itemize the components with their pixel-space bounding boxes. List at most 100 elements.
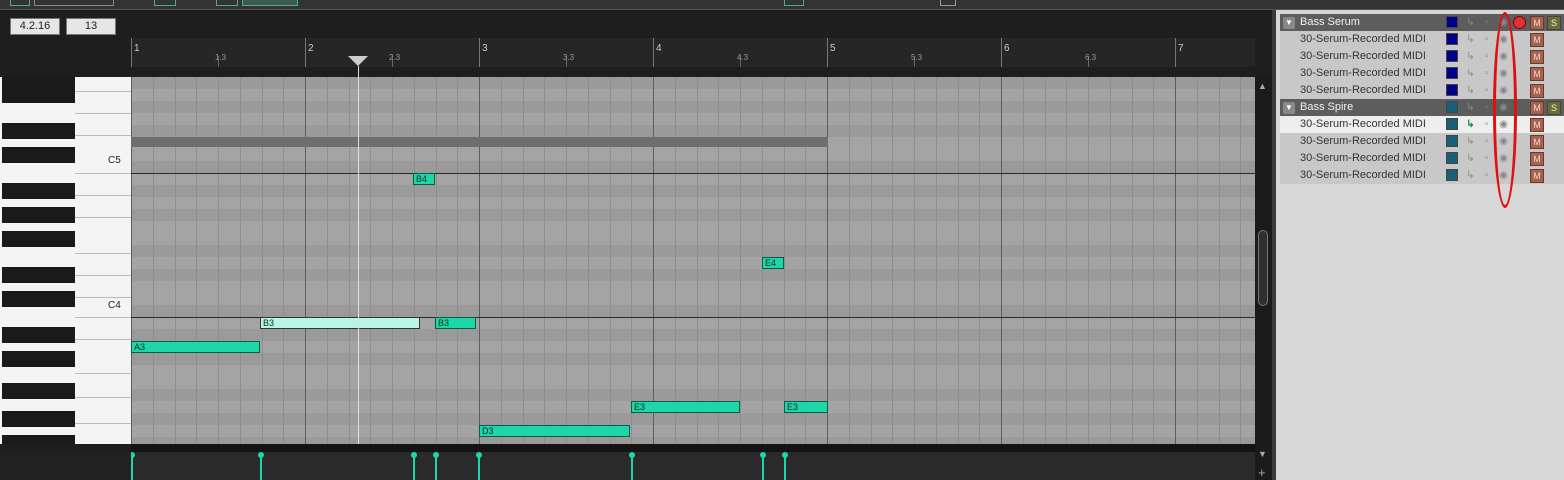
midi-note[interactable]: D3 — [479, 425, 630, 437]
velocity-stem[interactable] — [762, 455, 764, 480]
track-folder-row[interactable]: ▼ Bass Spire ↳ ▫ ◉ M S — [1280, 99, 1564, 116]
lock-icon[interactable]: ▫ — [1480, 16, 1493, 29]
mute-button[interactable]: M — [1530, 16, 1544, 30]
note-grid[interactable]: B4 E4 B3 B3 A3 E3 E3 D3 — [131, 77, 1255, 444]
track-color-swatch[interactable] — [1446, 135, 1458, 147]
black-key[interactable] — [2, 87, 75, 103]
mute-button[interactable]: M — [1530, 101, 1544, 115]
black-key[interactable] — [2, 123, 75, 139]
velocity-lane[interactable] — [129, 452, 1255, 480]
lock-icon[interactable]: ▫ — [1480, 118, 1493, 131]
black-key[interactable] — [2, 351, 75, 367]
black-key[interactable] — [2, 183, 75, 199]
midi-note[interactable]: E4 — [762, 257, 784, 269]
lock-icon[interactable]: ▫ — [1480, 50, 1493, 63]
route-icon[interactable]: ↳ — [1464, 152, 1477, 165]
velocity-stem[interactable] — [260, 455, 262, 480]
black-key[interactable] — [2, 231, 75, 247]
track-color-swatch[interactable] — [1446, 67, 1458, 79]
velocity-stem[interactable] — [131, 455, 133, 480]
route-icon[interactable]: ↳ — [1464, 50, 1477, 63]
track-item-row[interactable]: 30-Serum-Recorded MIDI ↳ ▫ ◉ M — [1280, 48, 1564, 65]
midi-note[interactable]: A3 — [131, 341, 260, 353]
black-key[interactable] — [2, 435, 75, 444]
route-icon[interactable]: ↳ — [1464, 16, 1477, 29]
velocity-handle[interactable] — [476, 452, 482, 458]
grid-field[interactable]: 13 — [66, 18, 116, 35]
black-key[interactable] — [2, 291, 75, 307]
route-icon[interactable]: ↳ — [1464, 169, 1477, 182]
lock-icon[interactable]: ▫ — [1480, 169, 1493, 182]
midi-note[interactable]: B3 — [435, 317, 476, 329]
velocity-handle[interactable] — [782, 452, 788, 458]
route-icon[interactable]: ↳ — [1464, 84, 1477, 97]
black-key[interactable] — [2, 327, 75, 343]
midi-note[interactable]: E3 — [784, 401, 828, 413]
toolbar-dropdown[interactable] — [34, 0, 114, 6]
track-color-swatch[interactable] — [1446, 16, 1458, 28]
track-item-row[interactable]: 30-Serum-Recorded MIDI ↳ ▫ ◉ M — [1280, 133, 1564, 150]
velocity-lane-header[interactable] — [131, 444, 1255, 452]
track-item-row[interactable]: 30-Serum-Recorded MIDI ↳ ▫ ◉ M — [1280, 31, 1564, 48]
track-item-row[interactable]: 30-Serum-Recorded MIDI ↳ ▫ ◉ M — [1280, 167, 1564, 184]
black-key[interactable] — [2, 207, 75, 223]
record-icon[interactable] — [1513, 16, 1526, 29]
track-color-swatch[interactable] — [1446, 152, 1458, 164]
fold-arrow-icon[interactable]: ▼ — [1283, 17, 1295, 29]
mute-button[interactable]: M — [1530, 33, 1544, 47]
lock-icon[interactable]: ▫ — [1480, 101, 1493, 114]
route-icon[interactable]: ↳ — [1464, 67, 1477, 80]
track-color-swatch[interactable] — [1446, 33, 1458, 45]
midi-note[interactable]: B3 — [260, 317, 420, 329]
route-icon[interactable]: ↳ — [1464, 101, 1477, 114]
velocity-stem[interactable] — [631, 455, 633, 480]
vertical-scrollbar[interactable]: ▲ ▼ + — [1255, 77, 1272, 480]
toolbar-button[interactable] — [940, 0, 956, 6]
toolbar-button[interactable] — [154, 0, 176, 6]
toolbar-button[interactable] — [784, 0, 804, 6]
velocity-stem[interactable] — [784, 455, 786, 480]
mute-button[interactable]: M — [1530, 84, 1544, 98]
velocity-handle[interactable] — [433, 452, 439, 458]
toolbar-button[interactable] — [10, 0, 30, 6]
lock-icon[interactable]: ▫ — [1480, 67, 1493, 80]
route-icon[interactable]: ↳ — [1464, 118, 1477, 131]
route-icon[interactable]: ↳ — [1464, 135, 1477, 148]
track-item-row[interactable]: 30-Serum-Recorded MIDI ↳ ▫ ◉ M — [1280, 116, 1564, 133]
solo-button[interactable]: S — [1547, 101, 1561, 115]
plus-icon[interactable]: + — [1258, 465, 1266, 480]
midi-note[interactable]: E3 — [631, 401, 740, 413]
velocity-handle[interactable] — [258, 452, 264, 458]
velocity-handle[interactable] — [629, 452, 635, 458]
lock-icon[interactable]: ▫ — [1480, 152, 1493, 165]
piano-keyboard[interactable]: C5 C4 — [0, 77, 131, 444]
velocity-stem[interactable] — [435, 455, 437, 480]
lock-icon[interactable]: ▫ — [1480, 33, 1493, 46]
track-color-swatch[interactable] — [1446, 101, 1458, 113]
mute-button[interactable]: M — [1530, 67, 1544, 81]
black-key[interactable] — [2, 411, 75, 427]
velocity-stem[interactable] — [413, 455, 415, 480]
velocity-stem[interactable] — [478, 455, 480, 480]
track-color-swatch[interactable] — [1446, 50, 1458, 62]
black-key[interactable] — [2, 383, 75, 399]
track-color-swatch[interactable] — [1446, 84, 1458, 96]
solo-button[interactable]: S — [1547, 16, 1561, 30]
black-key[interactable] — [2, 147, 75, 163]
velocity-handle[interactable] — [760, 452, 766, 458]
route-icon[interactable]: ↳ — [1464, 33, 1477, 46]
playhead-marker-icon[interactable] — [348, 56, 368, 66]
track-item-row[interactable]: 30-Serum-Recorded MIDI ↳ ▫ ◉ M — [1280, 82, 1564, 99]
toolbar-button[interactable] — [216, 0, 238, 6]
fold-arrow-icon[interactable]: ▼ — [1283, 102, 1295, 114]
toolbar-button[interactable] — [242, 0, 298, 6]
scroll-thumb[interactable] — [1258, 230, 1268, 306]
track-item-row[interactable]: 30-Serum-Recorded MIDI ↳ ▫ ◉ M — [1280, 65, 1564, 82]
position-field[interactable]: 4.2.16 — [10, 18, 60, 35]
lock-icon[interactable]: ▫ — [1480, 84, 1493, 97]
timeline-ruler[interactable]: 1 2 3 4 5 6 7 1.3 2.3 3.3 4.3 5.3 6.3 — [131, 38, 1255, 67]
lock-icon[interactable]: ▫ — [1480, 135, 1493, 148]
scroll-up-icon[interactable]: ▲ — [1258, 81, 1267, 91]
track-folder-row[interactable]: ▼ Bass Serum ↳ ▫ ◉ M S — [1280, 14, 1564, 31]
mute-button[interactable]: M — [1530, 152, 1544, 166]
